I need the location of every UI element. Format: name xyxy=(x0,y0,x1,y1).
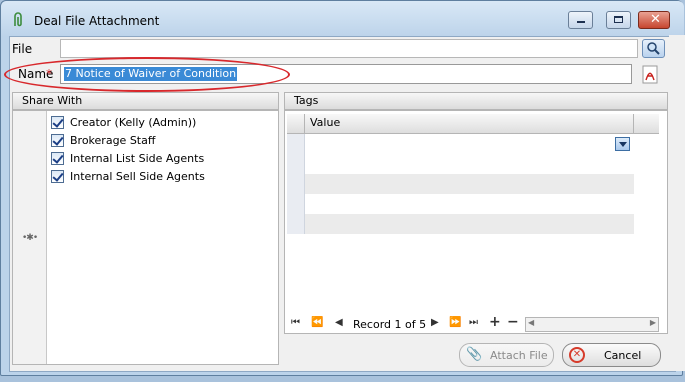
pdf-icon[interactable] xyxy=(640,65,660,84)
annotation-ellipse xyxy=(4,57,290,92)
column-divider xyxy=(633,114,634,133)
attach-file-label: Attach File xyxy=(490,349,548,362)
share-item-label: Internal Sell Side Agents xyxy=(70,170,205,183)
table-row[interactable] xyxy=(287,194,634,214)
horizontal-scrollbar[interactable]: ◀ ▶ xyxy=(525,317,659,332)
tags-panel: Value ⏮ ⏪ ◀ Record 1 of 5 ▶ ⏩ ⏭ + − ◀ ▶ xyxy=(284,110,668,334)
record-counter: Record 1 of 5 xyxy=(353,318,427,331)
file-label: File xyxy=(12,42,33,56)
file-field[interactable] xyxy=(60,39,638,58)
share-with-header: Share With xyxy=(12,92,279,110)
cancel-button[interactable]: ✕ Cancel xyxy=(562,343,661,367)
row-selector[interactable] xyxy=(287,134,305,154)
minimize-icon xyxy=(577,21,585,23)
previous-page-icon[interactable]: ⏪ xyxy=(311,317,323,328)
share-side-strip: •✱• xyxy=(13,111,47,364)
minimize-button[interactable] xyxy=(568,11,593,29)
checkbox[interactable] xyxy=(51,134,64,147)
grid-header: Value xyxy=(287,114,659,134)
tags-header: Tags xyxy=(284,92,668,110)
close-icon: ✕ xyxy=(650,12,661,27)
attach-file-button[interactable]: 📎 Attach File xyxy=(459,343,554,367)
row-selector[interactable] xyxy=(287,154,305,174)
share-list: Creator (Kelly (Admin)) Brokerage Staff … xyxy=(47,111,278,364)
grid-corner xyxy=(287,114,305,133)
background-scrollbar xyxy=(669,35,685,371)
column-header-value[interactable]: Value xyxy=(310,116,340,129)
row-selector[interactable] xyxy=(287,214,305,234)
scroll-right-icon[interactable]: ▶ xyxy=(650,318,656,327)
add-icon[interactable]: + xyxy=(489,314,501,330)
share-item-label: Brokerage Staff xyxy=(70,134,156,147)
scroll-left-icon[interactable]: ◀ xyxy=(528,318,534,327)
share-item-label: Creator (Kelly (Admin)) xyxy=(70,116,197,129)
checkbox[interactable] xyxy=(51,170,64,183)
cancel-icon: ✕ xyxy=(569,347,585,363)
share-item-label: Internal List Side Agents xyxy=(70,152,205,165)
table-row[interactable] xyxy=(287,174,634,194)
tags-title: Tags xyxy=(294,94,319,107)
browse-file-button[interactable] xyxy=(642,39,665,58)
close-button[interactable]: ✕ xyxy=(638,11,670,29)
expand-handle-icon[interactable]: •✱• xyxy=(22,233,38,243)
share-with-title: Share With xyxy=(22,94,83,107)
share-with-panel: •✱• Creator (Kelly (Admin)) Brokerage St… xyxy=(12,110,279,365)
row-selector[interactable] xyxy=(287,174,305,194)
next-record-icon[interactable]: ▶ xyxy=(431,317,439,328)
last-page-icon[interactable]: ⏭ xyxy=(469,317,478,328)
title-bar[interactable]: Deal File Attachment ✕ xyxy=(1,1,684,37)
paperclip-icon xyxy=(14,12,22,27)
maximize-icon xyxy=(614,16,623,23)
maximize-button[interactable] xyxy=(606,11,631,29)
next-page-icon[interactable]: ⏩ xyxy=(449,317,461,328)
value-dropdown-button[interactable] xyxy=(615,137,630,151)
record-navigator: ⏮ ⏪ ◀ Record 1 of 5 ▶ ⏩ ⏭ + − ◀ ▶ xyxy=(287,314,659,334)
remove-icon[interactable]: − xyxy=(507,314,519,330)
cancel-label: Cancel xyxy=(604,349,642,362)
row-selector[interactable] xyxy=(287,194,305,214)
table-row[interactable] xyxy=(287,134,634,154)
table-row[interactable] xyxy=(287,154,634,174)
table-row[interactable] xyxy=(287,214,634,234)
window-title: Deal File Attachment xyxy=(34,14,160,28)
paperclip-icon: 📎 xyxy=(466,347,483,362)
tags-grid: Value xyxy=(287,114,659,310)
search-icon xyxy=(647,42,660,55)
checkbox[interactable] xyxy=(51,152,64,165)
first-page-icon[interactable]: ⏮ xyxy=(291,317,300,328)
checkbox[interactable] xyxy=(51,116,64,129)
previous-record-icon[interactable]: ◀ xyxy=(335,317,343,328)
